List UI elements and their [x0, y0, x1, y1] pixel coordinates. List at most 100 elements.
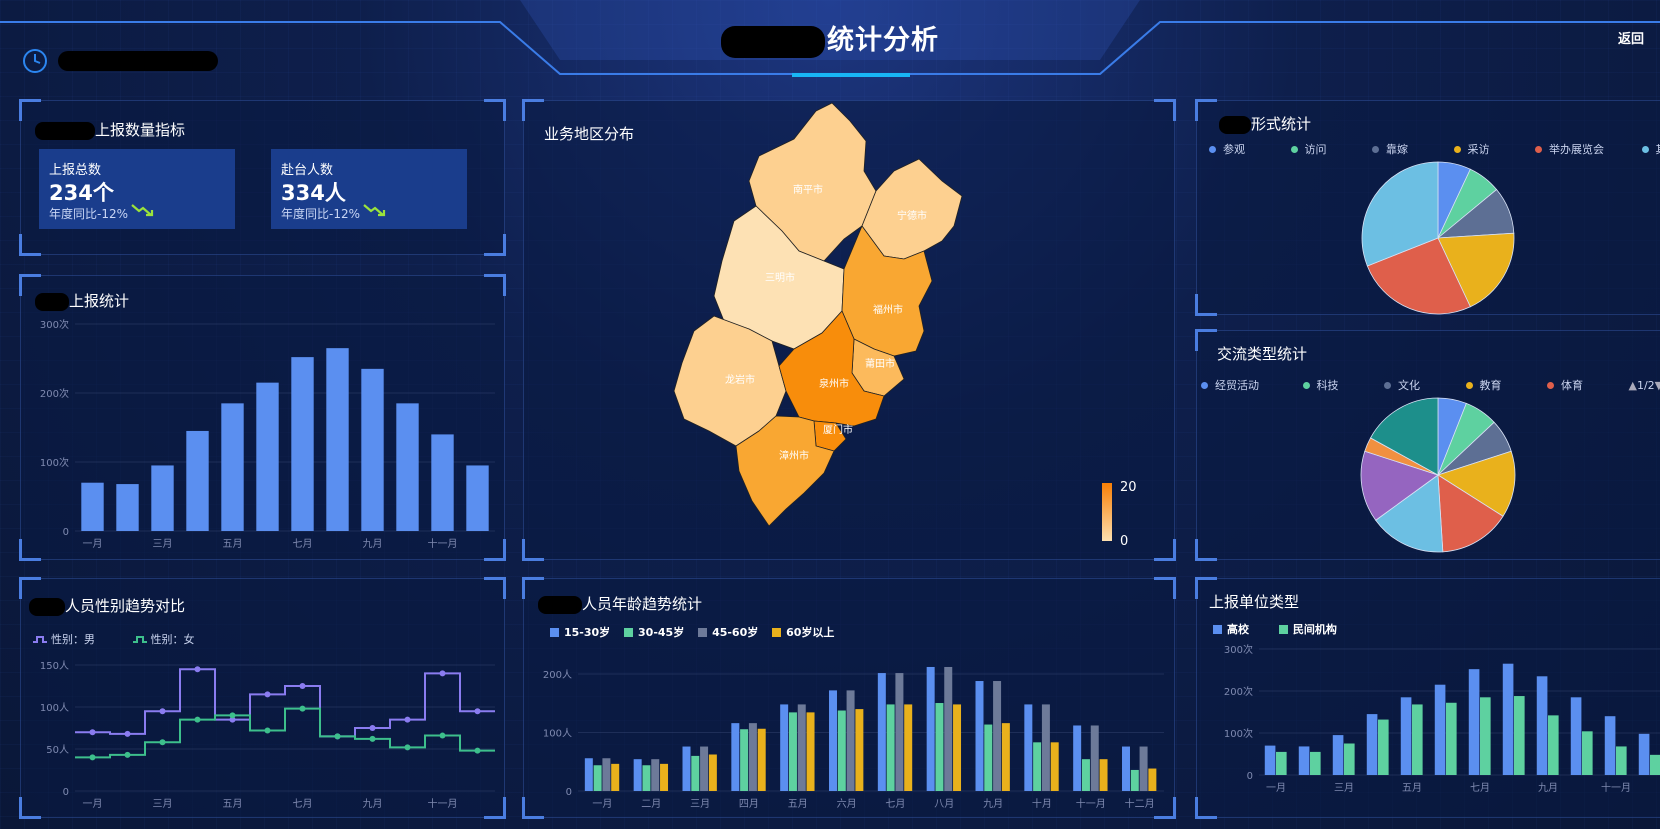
- x-tick-label: 一月: [1266, 782, 1286, 794]
- bar: [642, 765, 651, 791]
- bar: [633, 759, 642, 791]
- kpi-card-visitors: 赴台人数 334人 年度同比-12%: [271, 149, 467, 229]
- data-point: [264, 691, 271, 698]
- bar: [1024, 704, 1033, 791]
- bar: [1310, 751, 1321, 775]
- bar: [431, 434, 454, 531]
- bar: [1001, 723, 1010, 791]
- data-point: [299, 683, 306, 689]
- data-point: [369, 725, 376, 731]
- x-tick-label: 十一月: [1076, 797, 1106, 810]
- corner: [19, 234, 41, 256]
- x-tick-label: 十一月: [1601, 781, 1631, 794]
- bar: [757, 728, 766, 791]
- bar: [984, 724, 993, 791]
- trend-down-icon: [131, 204, 154, 217]
- page-title: 统计分析: [0, 18, 1660, 58]
- unit-type-panel: 上报单位类型 高校 民间机构 0 100次 200次 300次 一月 三月 五月 七月 九月 十一…: [1195, 577, 1660, 819]
- bar: [740, 729, 749, 791]
- x-tick-label: 九月: [363, 538, 383, 550]
- x-tick-label: 六月: [837, 798, 857, 810]
- x-tick-label: 五月: [788, 798, 808, 810]
- region-ningde[interactable]: [861, 158, 963, 260]
- y-tick-label: 100次: [40, 456, 69, 469]
- x-tick-label: 二月: [641, 798, 661, 810]
- bar: [1041, 704, 1050, 791]
- bar: [602, 758, 611, 791]
- bar: [1122, 746, 1130, 791]
- bar: [877, 673, 886, 791]
- bar: [1298, 746, 1310, 775]
- bar: [1638, 733, 1650, 775]
- x-tick-label: 十一月: [428, 797, 458, 810]
- corner: [484, 234, 506, 256]
- title-redacted: [721, 25, 825, 58]
- x-tick-label: 十月: [1032, 797, 1052, 810]
- form-pie-chart: [1361, 161, 1515, 315]
- bar: [1099, 759, 1108, 791]
- page-title-text: 统计分析: [827, 25, 939, 56]
- x-tick-label: 九月: [363, 798, 383, 810]
- map-panel: 业务地区分布 南平市 宁德市 三明市 福州市 莆田市 龙岩市 泉州市 厦门市 漳…: [522, 99, 1176, 561]
- kpi-value: 234个: [49, 181, 114, 205]
- bar: [886, 704, 895, 791]
- bar: [731, 723, 740, 791]
- bar: [1090, 725, 1099, 791]
- data-point: [404, 716, 411, 723]
- bar: [81, 482, 104, 531]
- kpi-compare: 年度同比-12%: [281, 207, 361, 221]
- visual-map-bar[interactable]: [1102, 483, 1112, 541]
- city-label: 宁德市: [897, 209, 927, 222]
- data-point: [194, 666, 201, 673]
- bar: [797, 704, 806, 791]
- back-link[interactable]: 返回: [1618, 28, 1644, 47]
- bar: [291, 357, 314, 531]
- data-point: [124, 751, 131, 758]
- bar: [708, 754, 717, 791]
- bar: [1480, 697, 1491, 775]
- x-tick-label: 十一月: [428, 537, 458, 550]
- bar: [1332, 735, 1344, 775]
- x-tick-label: 四月: [739, 798, 759, 810]
- age-trend-panel: 人员年龄趋势统计 15-30岁 30-45岁 45-60岁 60岁以上 0 100…: [522, 577, 1176, 819]
- data-point: [264, 727, 271, 734]
- bar: [748, 723, 757, 791]
- bar: [1502, 663, 1514, 775]
- bar: [935, 703, 944, 791]
- data-point: [299, 705, 306, 712]
- x-tick-label: 三月: [153, 538, 173, 550]
- bar: [1582, 731, 1593, 775]
- kpi-label: 赴台人数: [281, 163, 334, 178]
- x-tick-label: 三月: [690, 798, 710, 810]
- bar: [660, 763, 669, 791]
- city-label: 泉州市: [819, 377, 849, 390]
- y-tick-label: 200次: [1224, 685, 1253, 698]
- corner: [19, 99, 41, 121]
- x-tick-label: 八月: [934, 798, 954, 810]
- x-tick-label: 七月: [1470, 782, 1490, 794]
- exchange-pie-chart: [1360, 397, 1516, 553]
- bar: [691, 755, 700, 791]
- bar: [837, 710, 846, 791]
- data-point: [439, 670, 446, 677]
- visual-map-max: 20: [1120, 480, 1137, 495]
- report-stats-panel: 上报统计 0 100次 200次 300次 一月 三月 五月 七月 九月 十一月: [19, 274, 506, 561]
- bar: [855, 709, 864, 791]
- exchange-stats-panel: 交流类型统计 经贸活动 科技 文化 教育 体育 ▲ 1/2 ▼: [1195, 329, 1660, 561]
- y-tick-label: 0: [1247, 771, 1253, 782]
- title-redacted: [35, 121, 95, 140]
- y-tick-label: 200次: [40, 387, 69, 400]
- bar: [829, 690, 837, 791]
- kpi-value: 334人: [281, 181, 346, 205]
- x-tick-label: 七月: [885, 798, 905, 810]
- city-label: 三明市: [765, 271, 795, 284]
- kpi-label: 上报总数: [49, 163, 102, 178]
- data-point: [124, 730, 131, 737]
- bar: [806, 712, 815, 791]
- x-tick-label: 九月: [983, 798, 1003, 810]
- y-tick-label: 100次: [1224, 727, 1253, 740]
- bar: [926, 666, 935, 791]
- bar: [116, 484, 139, 531]
- bar: [584, 758, 593, 791]
- bar: [780, 704, 789, 791]
